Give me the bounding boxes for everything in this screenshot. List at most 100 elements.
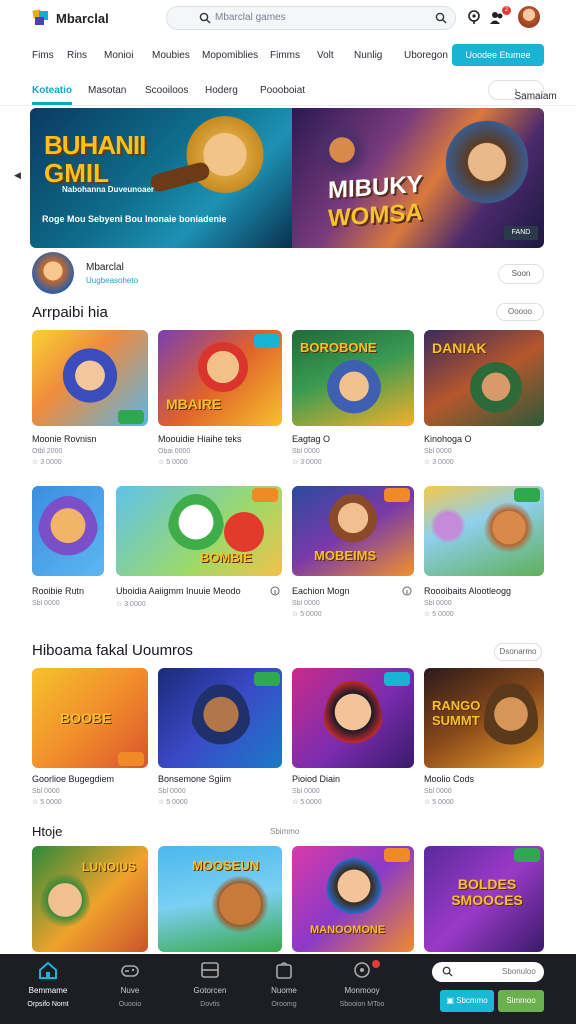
- game-meta: Sbl 0000: [292, 448, 320, 455]
- game-thumbnail[interactable]: BOOBE: [32, 668, 148, 768]
- game-meta: Sbl 0000: [158, 788, 186, 795]
- game-card[interactable]: MOBEIMS Eachion Mogn Sbl 0000 ☆ 5 0000: [292, 486, 414, 618]
- game-thumbnail[interactable]: DANIAK: [424, 330, 544, 426]
- game-name: Roooibaits Alootleogg: [424, 586, 512, 596]
- game-meta: Obai 0000: [158, 448, 191, 455]
- featured-subtitle: Uugbeasoheto: [86, 276, 139, 285]
- see-all-button[interactable]: Samaiam ›: [488, 80, 557, 102]
- game-thumbnail[interactable]: [32, 330, 148, 426]
- dock-primary-button[interactable]: ▣ Sbcmmo: [440, 990, 494, 1012]
- game-badge: [514, 488, 540, 502]
- tab-item[interactable]: Hoderg: [205, 85, 238, 96]
- game-name: Moolio Cods: [424, 774, 475, 784]
- game-character: [484, 502, 534, 566]
- game-card[interactable]: Moonie Rovnisn Otbl 2000 ☆ 3 0000: [32, 330, 148, 470]
- game-character: [38, 496, 98, 570]
- game-meta: Sbl 0000: [292, 600, 320, 607]
- game-thumbnail[interactable]: [292, 668, 414, 768]
- game-card[interactable]: Bonsemone Sgiim Sbl 0000 ☆ 5 0000: [158, 668, 282, 808]
- game-name: Uboidia Aaiigmm Inuuie Meodo: [116, 586, 241, 596]
- nav-item[interactable]: Uboregon: [404, 50, 448, 61]
- hero-banner[interactable]: BUHANII GMIL Nabohanna Duveunoaer Roge M…: [30, 108, 544, 248]
- bag-icon: [276, 962, 292, 979]
- dock-item-library[interactable]: Gotorcen Dovtis: [180, 960, 240, 1008]
- nav-item[interactable]: Nunlig: [354, 50, 382, 61]
- dock-item-store[interactable]: Nuome Oroomg: [254, 960, 314, 1008]
- tab-item[interactable]: Scooiloos: [145, 85, 188, 96]
- nav-cta-button[interactable]: Uoodee Etumee: [452, 44, 544, 66]
- game-card[interactable]: MANOOMONE: [292, 846, 414, 952]
- game-badge: [254, 672, 280, 686]
- nav-item[interactable]: Rins: [67, 50, 87, 61]
- game-card[interactable]: BOLDES SMOOCES: [424, 846, 544, 952]
- game-thumbnail[interactable]: BOLDES SMOOCES: [424, 846, 544, 952]
- game-thumbnail[interactable]: BOROBONE: [292, 330, 414, 426]
- section-more-button[interactable]: Ooooo: [496, 303, 544, 321]
- dock-sublabel: Dovtis: [200, 1001, 220, 1008]
- dock-search-input[interactable]: Sbonuloo: [432, 962, 544, 982]
- nav-item[interactable]: Mopomiblies: [202, 50, 258, 61]
- tab-item[interactable]: Masotan: [88, 85, 126, 96]
- game-character: [468, 362, 524, 424]
- game-meta: Sbl 0000: [32, 788, 60, 795]
- dock-secondary-button[interactable]: Simmoo: [498, 990, 544, 1012]
- game-name: Eagtag O: [292, 434, 331, 444]
- game-thumbnail[interactable]: MOBEIMS: [292, 486, 414, 576]
- search-bar[interactable]: Mbarclal games: [166, 6, 456, 30]
- game-thumbnail[interactable]: BOMBIE: [116, 486, 282, 576]
- search-submit-icon[interactable]: [435, 12, 447, 24]
- dock-item-home[interactable]: Bemmame Orpsifo Nomt: [18, 960, 78, 1008]
- user-avatar[interactable]: [518, 6, 540, 28]
- game-card[interactable]: BOROBONE Eagtag O Sbl 0000 ☆ 3 0000: [292, 330, 414, 470]
- game-card[interactable]: BOOBE Goorlioe Bugegdiem Sbl 0000 ☆ 5 00…: [32, 668, 148, 808]
- notification-icon[interactable]: [466, 9, 482, 25]
- tab-item-active[interactable]: Koteatio: [32, 85, 72, 96]
- game-card[interactable]: BOMBIE Uboidia Aaiigmm Inuuie Meodo ☆ 3 …: [116, 486, 282, 616]
- game-thumbnail[interactable]: RANGO SUMMT: [424, 668, 544, 768]
- app-logo-icon[interactable]: [32, 8, 50, 26]
- see-all-label: Samaiam: [514, 91, 557, 102]
- section-more-link[interactable]: Sbimmo: [270, 827, 299, 836]
- game-card[interactable]: RANGO SUMMT Moolio Cods Sbl 0000 ☆ 5 000…: [424, 668, 544, 808]
- game-thumbnail[interactable]: LUNOIUS: [32, 846, 148, 952]
- search-input[interactable]: Mbarclal games: [215, 12, 286, 23]
- game-character: [40, 872, 90, 942]
- game-thumbnail[interactable]: MBAIRE: [158, 330, 282, 426]
- section-more-button[interactable]: Dsonarmo: [494, 643, 542, 661]
- game-card[interactable]: Rooibie Rutn Sbl 0000: [32, 486, 104, 616]
- game-thumbnail[interactable]: [424, 486, 544, 576]
- game-badge: [384, 488, 410, 502]
- game-thumbnail[interactable]: MANOOMONE: [292, 846, 414, 952]
- brand-name[interactable]: Mbarclal: [56, 11, 109, 26]
- category-tabs: Koteatio Masotan Scooiloos Hoderg Pooobo…: [0, 78, 576, 106]
- nav-item[interactable]: Fimms: [270, 50, 300, 61]
- nav-item[interactable]: Moubies: [152, 50, 190, 61]
- nav-item[interactable]: Volt: [317, 50, 334, 61]
- game-thumbnail[interactable]: MOOSEUN: [158, 846, 282, 952]
- nav-item[interactable]: Monioi: [104, 50, 133, 61]
- tab-item[interactable]: Poooboiat: [260, 85, 305, 96]
- game-rating: ☆ 3 0000: [292, 459, 322, 466]
- game-card[interactable]: MBAIRE Moouidie Hiaihe teks Obai 0000 ☆ …: [158, 330, 282, 470]
- featured-button[interactable]: Soon: [498, 264, 544, 284]
- game-rating: ☆ 5 0000: [424, 799, 454, 806]
- dock-item-profile[interactable]: Monmooy Sbooion MToo: [332, 960, 392, 1008]
- featured-avatar[interactable]: [32, 252, 74, 294]
- game-card[interactable]: LUNOIUS: [32, 846, 148, 952]
- game-character: [324, 680, 382, 760]
- game-card[interactable]: MOOSEUN: [158, 846, 282, 952]
- dock-item-games[interactable]: Nuve Ouooio: [100, 960, 160, 1008]
- game-thumbnail[interactable]: [32, 486, 104, 576]
- notification-badge: 2: [502, 6, 511, 15]
- carousel-prev-icon[interactable]: ◀: [14, 170, 26, 184]
- featured-row[interactable]: Mbarclal Uugbeasoheto Soon: [32, 252, 544, 296]
- game-card[interactable]: DANIAK Kinohoga O Sbl 0000 ☆ 3 0000: [424, 330, 544, 470]
- game-card[interactable]: Pioiod Diain Sbl 0000 ☆ 5 0000: [292, 668, 414, 808]
- game-card[interactable]: Roooibaits Alootleogg Sbl 0000 ☆ 5 0000: [424, 486, 544, 618]
- game-thumbnail[interactable]: [158, 668, 282, 768]
- nav-item[interactable]: Fims: [32, 50, 54, 61]
- game-thumb-title: BOMBIE: [200, 550, 252, 565]
- info-icon[interactable]: [270, 586, 280, 596]
- game-meta: Sbl 0000: [292, 788, 320, 795]
- info-icon[interactable]: [402, 586, 412, 596]
